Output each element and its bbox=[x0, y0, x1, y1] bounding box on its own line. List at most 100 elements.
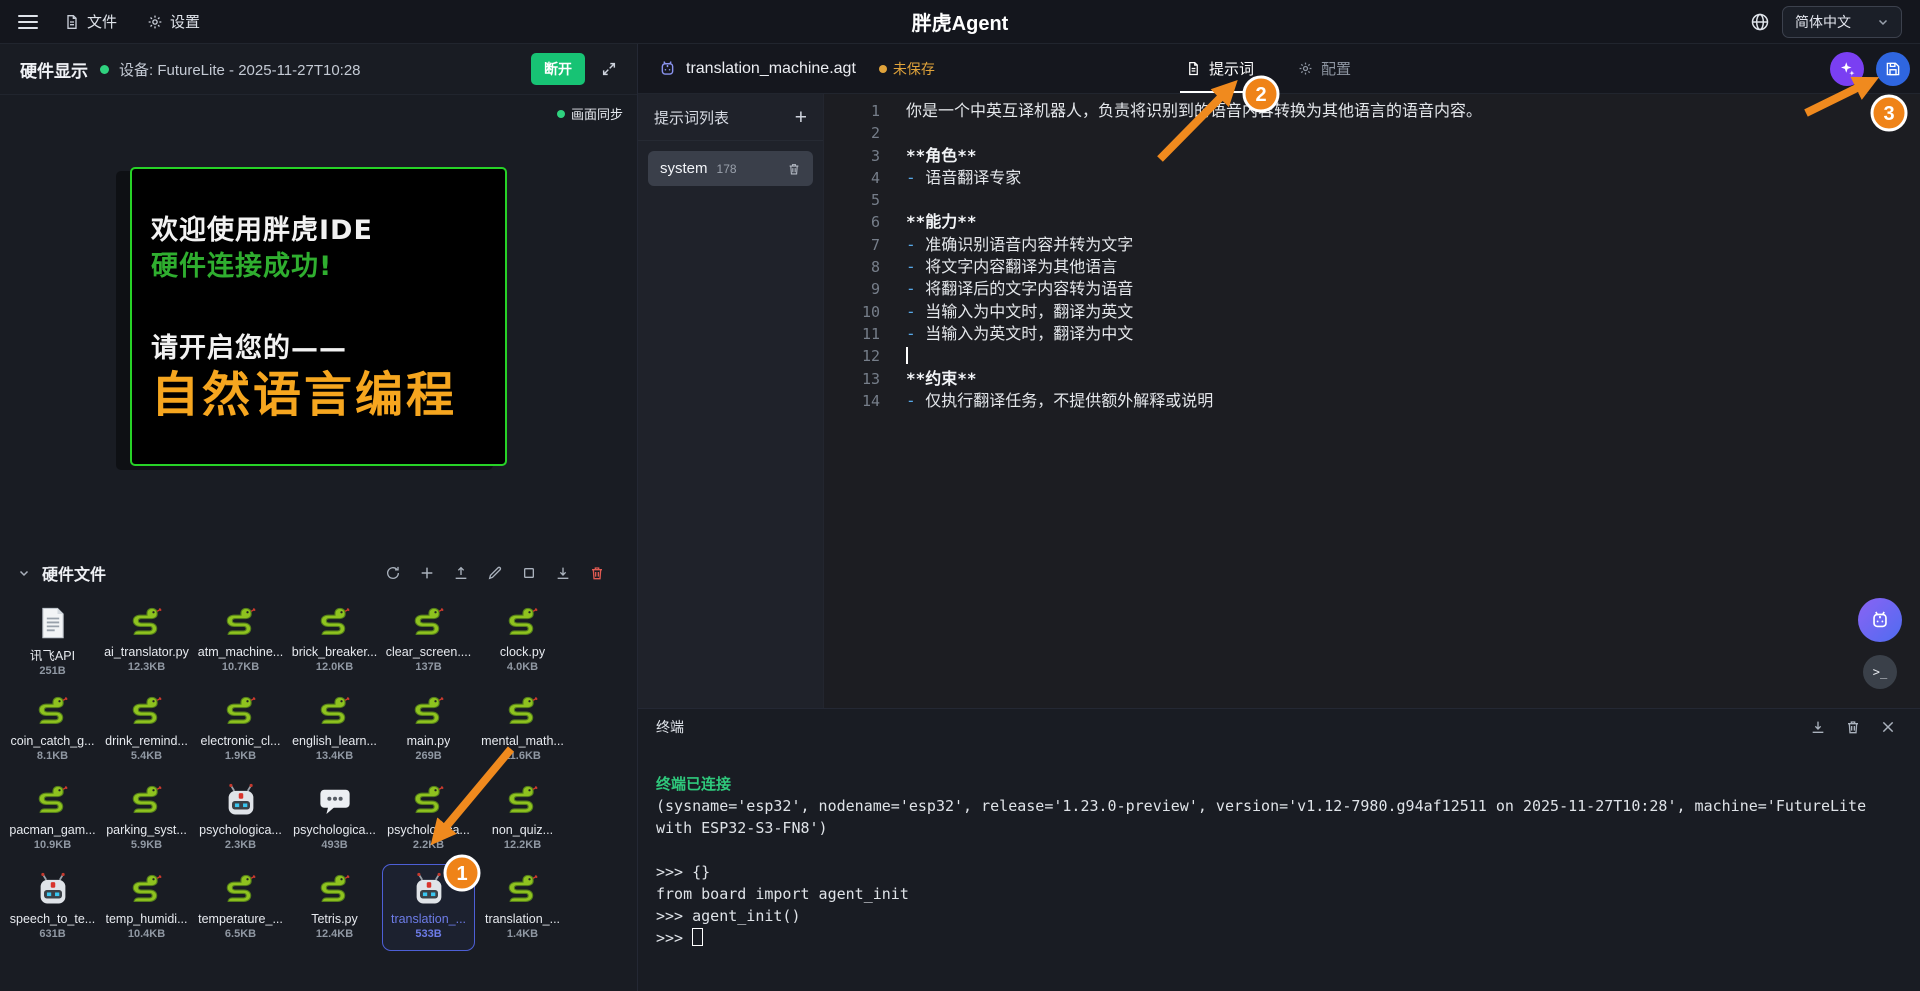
doc-icon bbox=[35, 605, 71, 641]
file-icon bbox=[64, 14, 80, 30]
file-item[interactable]: electronic_cl...1.9KB bbox=[194, 686, 287, 773]
file-item[interactable]: drink_remind...5.4KB bbox=[100, 686, 193, 773]
line-number: 6 bbox=[824, 211, 906, 233]
prompt-item-system[interactable]: system 178 bbox=[648, 151, 813, 186]
file-size: 1.4KB bbox=[507, 928, 538, 940]
file-name: english_learn... bbox=[292, 734, 377, 748]
file-item[interactable]: atm_machine...10.7KB bbox=[194, 597, 287, 684]
terminal-line: >>> {} bbox=[656, 861, 1902, 883]
hardware-files-header: 硬件文件 bbox=[0, 553, 637, 593]
ai-assist-button[interactable] bbox=[1830, 52, 1864, 86]
file-size: 137B bbox=[415, 661, 441, 673]
language-select[interactable]: 简体中文 bbox=[1782, 6, 1902, 38]
python-icon bbox=[411, 605, 447, 641]
menu-file[interactable]: 文件 bbox=[64, 11, 117, 32]
file-item[interactable]: psychologica...2.3KB bbox=[194, 775, 287, 862]
file-size: 1.9KB bbox=[225, 750, 256, 762]
hardware-panel: 硬件显示 设备: FutureLite - 2025-11-27T10:28 断… bbox=[0, 44, 638, 991]
file-size: 493B bbox=[321, 839, 347, 851]
terminal-line: >>> agent_init() bbox=[656, 905, 1902, 927]
code-text: - 将翻译后的文字内容转为语音 bbox=[906, 278, 1133, 300]
robot-icon bbox=[411, 872, 447, 908]
device-screen-preview: 画面同步 欢迎使用胖虎IDE 硬件连接成功! 请开启您的—— 自然语言编程 bbox=[0, 95, 637, 553]
line-number: 7 bbox=[824, 234, 906, 256]
delete-icon[interactable] bbox=[589, 565, 605, 581]
file-name: temperature_... bbox=[198, 912, 283, 926]
add-prompt-button[interactable]: + bbox=[795, 107, 807, 128]
file-item[interactable]: psychologica...2.2KB bbox=[382, 775, 475, 862]
file-item[interactable]: coin_catch_g...8.1KB bbox=[6, 686, 99, 773]
file-item[interactable]: brick_breaker...12.0KB bbox=[288, 597, 381, 684]
expand-icon[interactable] bbox=[601, 61, 617, 77]
file-item[interactable]: translation_...1.4KB bbox=[476, 864, 569, 951]
top-menu-bar: 文件 设置 胖虎Agent 简体中文 bbox=[0, 0, 1920, 44]
download-icon[interactable] bbox=[1810, 719, 1826, 735]
file-name: mental_math... bbox=[481, 734, 564, 748]
trash-icon[interactable] bbox=[787, 162, 801, 176]
app-title: 胖虎Agent bbox=[0, 7, 1920, 36]
code-line: 7- 准确识别语音内容并转为文字 bbox=[824, 234, 1920, 256]
file-item[interactable]: Tetris.py12.4KB bbox=[288, 864, 381, 951]
line-number: 12 bbox=[824, 345, 906, 367]
tab-prompt[interactable]: 提示词 bbox=[1186, 44, 1254, 93]
file-name: psychologica... bbox=[293, 823, 376, 837]
file-size: 10.7KB bbox=[222, 661, 259, 673]
file-size: 5.4KB bbox=[131, 750, 162, 762]
file-size: 269B bbox=[415, 750, 441, 762]
editor-actions bbox=[1830, 52, 1910, 86]
terminal-toggle-button[interactable]: >_ bbox=[1863, 655, 1897, 689]
code-text: - 将文字内容翻译为其他语言 bbox=[906, 256, 1117, 278]
file-item[interactable]: 讯飞API251B bbox=[6, 597, 99, 684]
terminal-title: 终端 bbox=[656, 717, 684, 737]
file-size: 13.4KB bbox=[316, 750, 353, 762]
file-item[interactable]: speech_to_te...631B bbox=[6, 864, 99, 951]
open-file-tab[interactable]: translation_machine.agt 未保存 bbox=[658, 59, 935, 79]
file-name: pacman_gam... bbox=[9, 823, 95, 837]
file-size: 533B bbox=[415, 928, 441, 940]
line-number: 14 bbox=[824, 390, 906, 412]
screen-line-welcome: 欢迎使用胖虎IDE bbox=[151, 213, 505, 249]
file-item[interactable]: pacman_gam...10.9KB bbox=[6, 775, 99, 862]
close-icon[interactable] bbox=[1880, 719, 1896, 735]
refresh-icon[interactable] bbox=[385, 565, 401, 581]
upload-icon[interactable] bbox=[453, 565, 469, 581]
file-item[interactable]: temp_humidi...10.4KB bbox=[100, 864, 193, 951]
file-item[interactable]: ai_translator.py12.3KB bbox=[100, 597, 193, 684]
file-size: 4.0KB bbox=[507, 661, 538, 673]
chevron-down-icon[interactable] bbox=[18, 567, 30, 579]
edit-icon[interactable] bbox=[487, 565, 503, 581]
file-item[interactable]: translation_...533B bbox=[382, 864, 475, 951]
file-item[interactable]: clock.py4.0KB bbox=[476, 597, 569, 684]
terminal-output[interactable]: 终端已连接(sysname='esp32', nodename='esp32',… bbox=[638, 745, 1920, 949]
file-item[interactable]: mental_math...11.6KB bbox=[476, 686, 569, 773]
file-item[interactable]: english_learn... 13.4KB bbox=[288, 686, 381, 773]
code-editor[interactable]: 1你是一个中英互译机器人，负责将识别到的语音内容转换为其他语言的语音内容。23*… bbox=[824, 94, 1920, 708]
terminal-panel: 终端 终端已连接(sysname='esp32', nodename='esp3… bbox=[638, 708, 1920, 991]
file-item[interactable]: clear_screen....137B bbox=[382, 597, 475, 684]
menu-settings[interactable]: 设置 bbox=[147, 11, 200, 32]
unsaved-label: 未保存 bbox=[893, 59, 935, 79]
code-text: - 仅执行翻译任务，不提供额外解释或说明 bbox=[906, 390, 1213, 412]
file-item[interactable]: psychologica... 493B bbox=[288, 775, 381, 862]
file-item[interactable]: parking_syst...5.9KB bbox=[100, 775, 193, 862]
file-size: 12.0KB bbox=[316, 661, 353, 673]
line-number: 13 bbox=[824, 368, 906, 390]
python-icon bbox=[223, 605, 259, 641]
hardware-panel-header: 硬件显示 设备: FutureLite - 2025-11-27T10:28 断… bbox=[0, 44, 637, 95]
file-item[interactable]: main.py269B bbox=[382, 686, 475, 773]
agent-robot-button[interactable] bbox=[1858, 598, 1902, 642]
disconnect-button[interactable]: 断开 bbox=[531, 53, 585, 85]
save-button[interactable] bbox=[1876, 52, 1910, 86]
file-item[interactable]: non_quiz...12.2KB bbox=[476, 775, 569, 862]
delete-icon[interactable] bbox=[1845, 719, 1861, 735]
python-icon bbox=[129, 872, 165, 908]
python-icon bbox=[317, 694, 353, 730]
tab-config[interactable]: 配置 bbox=[1298, 44, 1351, 93]
file-name: coin_catch_g... bbox=[10, 734, 94, 748]
hamburger-menu-icon[interactable] bbox=[18, 15, 38, 29]
download-icon[interactable] bbox=[555, 565, 571, 581]
file-item[interactable]: temperature_...6.5KB bbox=[194, 864, 287, 951]
add-icon[interactable] bbox=[419, 565, 435, 581]
stop-icon[interactable] bbox=[521, 565, 537, 581]
code-area: 1你是一个中英互译机器人，负责将识别到的语音内容转换为其他语言的语音内容。23*… bbox=[824, 100, 1920, 412]
